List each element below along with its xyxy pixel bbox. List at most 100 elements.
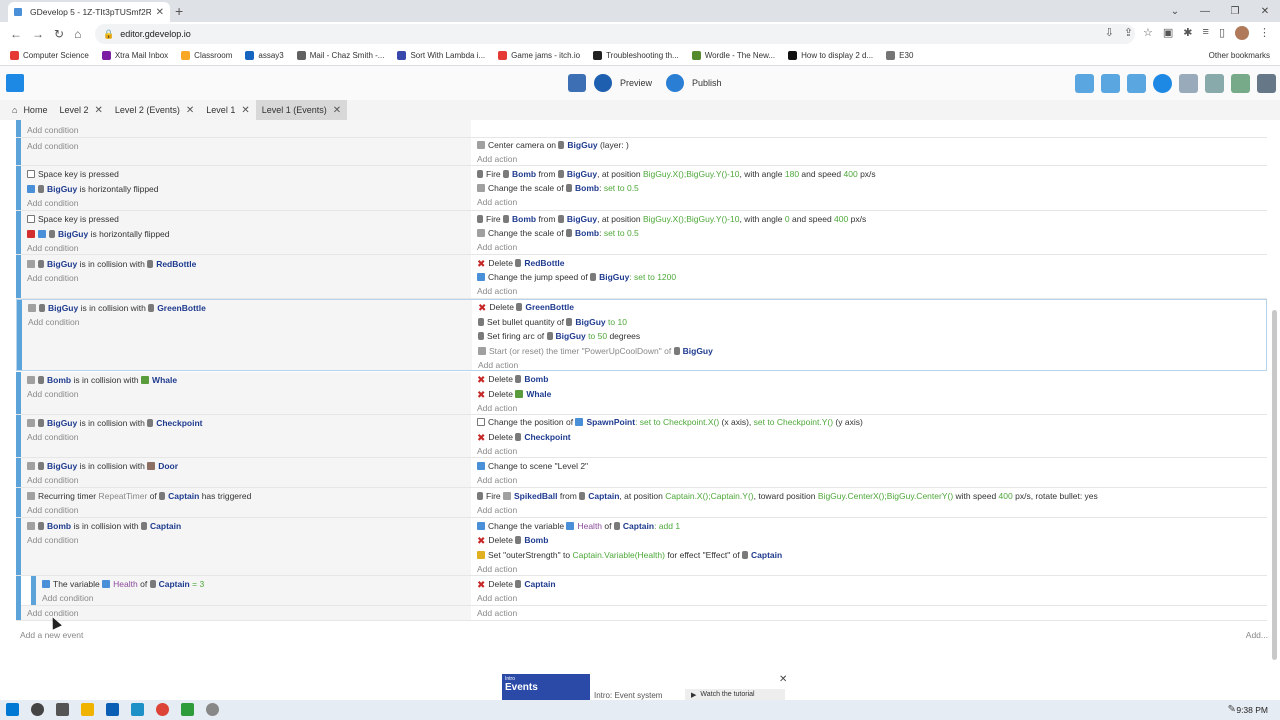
add-action-link[interactable]: Add action xyxy=(477,591,517,605)
avatar[interactable] xyxy=(1235,26,1249,40)
condition-line[interactable]: Space key is pressed xyxy=(27,212,119,226)
condition-line[interactable]: BigGuy is in collision with GreenBottle xyxy=(28,301,206,315)
publish-icon[interactable] xyxy=(666,74,685,92)
event-row[interactable]: BigGuy is in collision with RedBottle Ad… xyxy=(16,255,1267,299)
tab-level-1-events[interactable]: Level 1 (Events) ✕ xyxy=(255,100,348,120)
add-action-link[interactable]: Add action xyxy=(477,606,517,620)
event-row[interactable]: Add condition xyxy=(16,120,1267,138)
action-line[interactable]: Change the position of SpawnPoint: set t… xyxy=(477,415,863,429)
app-icon[interactable] xyxy=(131,703,144,716)
add-condition-link[interactable]: Add condition xyxy=(27,503,79,517)
home-icon[interactable]: ⌂ xyxy=(74,27,81,41)
add-action-link[interactable]: Add action xyxy=(477,401,517,415)
add-condition-link[interactable]: Add condition xyxy=(27,430,79,444)
condition-line[interactable]: The variable Health of Captain = 3 xyxy=(42,577,204,591)
close-icon[interactable]: ✕ xyxy=(241,105,249,116)
add-condition-link[interactable]: Add condition xyxy=(27,533,79,547)
browser-tab[interactable]: GDevelop 5 - 1Z-TIt3pTUSmf2R... ✕ xyxy=(8,2,170,22)
search-icon[interactable] xyxy=(31,703,44,716)
watch-tutorial-button[interactable]: ▶ Watch the tutorial xyxy=(685,689,785,700)
action-line[interactable]: Fire Bomb from BigGuy, at position BigGu… xyxy=(477,212,866,226)
action-line[interactable]: ✖ Delete GreenBottle xyxy=(478,300,574,314)
install-icon[interactable]: ⇩ xyxy=(1105,26,1114,40)
puzzle-icon[interactable]: ✱ xyxy=(1183,26,1192,40)
undo-icon[interactable] xyxy=(1205,74,1224,93)
event-row[interactable]: Add condition Add action xyxy=(16,606,1267,621)
bookmark-item[interactable]: Xtra Mail Inbox xyxy=(101,51,168,60)
chrome-icon[interactable] xyxy=(156,703,169,716)
tab-level-2[interactable]: Level 2 ✕ xyxy=(53,100,108,120)
action-line[interactable]: Change to scene "Level 2" xyxy=(477,459,588,473)
preview-button[interactable]: Preview xyxy=(620,78,652,88)
bookmark-item[interactable]: Troubleshooting th... xyxy=(593,51,679,60)
action-line[interactable]: ✖ Delete Bomb xyxy=(477,372,548,386)
preview-icon[interactable] xyxy=(594,74,612,92)
close-icon[interactable]: ✕ xyxy=(186,105,194,116)
delete-icon[interactable] xyxy=(1179,74,1198,93)
reload-icon[interactable]: ↻ xyxy=(54,27,64,41)
bookmark-item[interactable]: assay3 xyxy=(245,51,284,60)
event-row[interactable]: Add condition Center camera on BigGuy (l… xyxy=(16,138,1267,166)
add-condition-link[interactable]: Add condition xyxy=(27,241,79,255)
close-icon[interactable]: ✕ xyxy=(94,105,102,116)
add-condition-link[interactable]: Add condition xyxy=(27,139,79,153)
share-icon[interactable]: ⇪ xyxy=(1124,26,1133,40)
close-icon[interactable]: ✕ xyxy=(779,674,787,685)
close-icon[interactable]: ✕ xyxy=(333,105,341,116)
add-more-link[interactable]: Add... xyxy=(1246,630,1268,640)
action-line[interactable]: Fire SpikedBall from Captain, at positio… xyxy=(477,489,1098,503)
forward-icon[interactable]: → xyxy=(32,27,44,41)
action-line[interactable]: ✖ Delete Captain xyxy=(477,577,556,591)
condition-line[interactable]: BigGuy is in collision with RedBottle xyxy=(27,257,196,271)
bookmark-item[interactable]: Wordle - The New... xyxy=(691,51,775,60)
condition-line[interactable]: BigGuy is in collision with Door xyxy=(27,459,178,473)
add-condition-link[interactable]: Add condition xyxy=(27,271,79,285)
bookmark-item[interactable]: Game jams - itch.io xyxy=(498,51,580,60)
add-action-link[interactable]: Add action xyxy=(478,358,518,372)
file-explorer-icon[interactable] xyxy=(81,703,94,716)
action-line[interactable]: Set bullet quantity of BigGuy to 10 xyxy=(478,315,627,329)
condition-line[interactable]: Space key is pressed xyxy=(27,167,119,181)
extension-icon[interactable]: ▣ xyxy=(1163,26,1173,40)
redo-icon[interactable] xyxy=(1231,74,1250,93)
task-view-icon[interactable] xyxy=(56,703,69,716)
star-icon[interactable]: ☆ xyxy=(1143,26,1153,40)
event-row[interactable]: Bomb is in collision with Captain Add co… xyxy=(16,518,1267,576)
more-menu-icon[interactable]: ⋮ xyxy=(1259,26,1270,40)
event-row[interactable]: Bomb is in collision with Whale Add cond… xyxy=(16,372,1267,415)
add-action-link[interactable]: Add action xyxy=(477,284,517,298)
back-icon[interactable]: ← xyxy=(10,27,22,41)
bookmark-item[interactable]: E30 xyxy=(886,51,913,60)
action-line[interactable]: ✖ Delete Bomb xyxy=(477,533,548,547)
publish-button[interactable]: Publish xyxy=(692,78,722,88)
condition-line[interactable]: BigGuy is horizontally flipped xyxy=(27,227,170,241)
close-window-icon[interactable]: ✕ xyxy=(1250,0,1280,22)
outlook-icon[interactable] xyxy=(106,703,119,716)
event-row[interactable]: Space key is pressed BigGuy is horizonta… xyxy=(16,211,1267,255)
tab-level-1[interactable]: Level 1 ✕ xyxy=(200,100,255,120)
action-line[interactable]: Fire Bomb from BigGuy, at position BigGu… xyxy=(477,167,876,181)
action-line[interactable]: ✖ Delete RedBottle xyxy=(477,256,564,270)
event-row[interactable]: Recurring timer RepeatTimer of Captain h… xyxy=(16,488,1267,518)
condition-line[interactable]: Bomb is in collision with Whale xyxy=(27,373,177,387)
add-condition-link[interactable]: Add condition xyxy=(27,387,79,401)
event-row[interactable]: BigGuy is in collision with Checkpoint A… xyxy=(16,415,1267,458)
url-input[interactable]: 🔒 editor.gdevelop.io xyxy=(95,24,1135,44)
tab-home[interactable]: ⌂ Home xyxy=(6,100,53,120)
add-event-icon[interactable] xyxy=(1075,74,1094,93)
new-tab-icon[interactable]: + xyxy=(175,3,183,19)
add-subevent-icon[interactable] xyxy=(1101,74,1120,93)
action-line[interactable]: Change the scale of Bomb: set to 0.5 xyxy=(477,226,639,240)
sidebar-icon[interactable]: ▯ xyxy=(1219,26,1225,40)
pen-icon[interactable]: ✎ xyxy=(1228,704,1236,715)
condition-line[interactable]: Bomb is in collision with Captain xyxy=(27,519,181,533)
add-condition-link[interactable]: Add condition xyxy=(28,315,80,329)
event-row[interactable]: Space key is pressed BigGuy is horizonta… xyxy=(16,166,1267,211)
action-line[interactable]: ✖ Delete Whale xyxy=(477,387,551,401)
add-action-link[interactable]: Add action xyxy=(477,152,517,166)
add-action-link[interactable]: Add action xyxy=(477,444,517,458)
action-line[interactable]: Change the jump speed of BigGuy: set to … xyxy=(477,270,676,284)
search-icon[interactable] xyxy=(1257,74,1276,93)
bookmark-item[interactable]: Sort With Lambda i... xyxy=(397,51,485,60)
add-action-link[interactable]: Add action xyxy=(477,240,517,254)
